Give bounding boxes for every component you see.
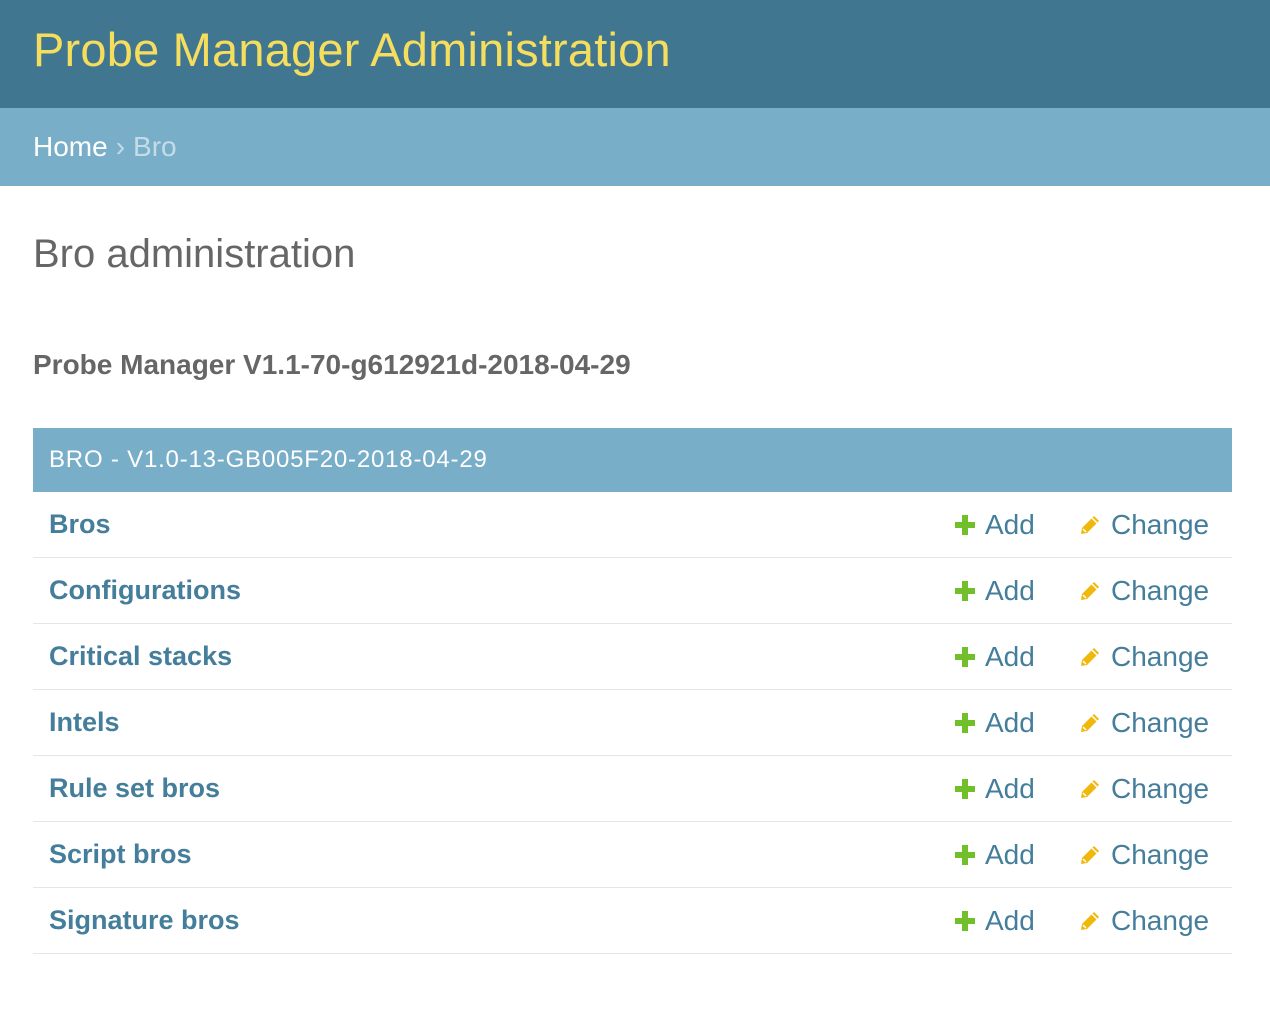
plus-icon bbox=[955, 712, 975, 733]
pencil-icon bbox=[1081, 515, 1099, 534]
change-label: Change bbox=[1111, 574, 1210, 606]
pencil-icon bbox=[1081, 581, 1099, 600]
plus-icon bbox=[955, 514, 975, 535]
model-row-intels: Intels Add Change bbox=[33, 690, 1232, 756]
add-configurations-button[interactable]: Add bbox=[955, 575, 1035, 607]
add-label: Add bbox=[985, 706, 1035, 738]
change-label: Change bbox=[1111, 508, 1210, 540]
plus-icon bbox=[955, 778, 975, 799]
change-configurations-button[interactable]: Change bbox=[1079, 575, 1209, 607]
add-rule-set-bros-button[interactable]: Add bbox=[955, 773, 1035, 805]
model-link-intels[interactable]: Intels bbox=[33, 707, 1232, 738]
page-title: Bro administration bbox=[33, 232, 356, 276]
model-link-bros[interactable]: Bros bbox=[33, 509, 1232, 540]
site-name-link[interactable]: Probe Manager Administration bbox=[33, 22, 671, 77]
breadcrumb-current: Bro bbox=[133, 131, 177, 162]
model-link-script-bros[interactable]: Script bros bbox=[33, 839, 1232, 870]
breadcrumb-separator: › bbox=[115, 131, 126, 162]
model-link-signature-bros[interactable]: Signature bros bbox=[33, 905, 1232, 936]
breadcrumb-home-link[interactable]: Home bbox=[33, 131, 108, 163]
model-row-configurations: Configurations Add Change bbox=[33, 558, 1232, 624]
add-label: Add bbox=[985, 508, 1035, 540]
model-row-critical-stacks: Critical stacks Add Change bbox=[33, 624, 1232, 690]
change-bros-button[interactable]: Change bbox=[1079, 509, 1209, 541]
change-rule-set-bros-button[interactable]: Change bbox=[1079, 773, 1209, 805]
plus-icon bbox=[955, 910, 975, 931]
model-row-bros: Bros Add Change bbox=[33, 492, 1232, 558]
change-intels-button[interactable]: Change bbox=[1079, 707, 1209, 739]
breadcrumb: Home › Bro bbox=[0, 108, 1270, 186]
pencil-icon bbox=[1081, 713, 1099, 732]
change-label: Change bbox=[1111, 904, 1210, 936]
change-signature-bros-button[interactable]: Change bbox=[1079, 905, 1209, 937]
site-header: Probe Manager Administration bbox=[0, 0, 1270, 108]
add-critical-stacks-button[interactable]: Add bbox=[955, 641, 1035, 673]
model-row-rule-set-bros: Rule set bros Add Change bbox=[33, 756, 1232, 822]
change-script-bros-button[interactable]: Change bbox=[1079, 839, 1209, 871]
app-module-bro: BRO - V1.0-13-GB005F20-2018-04-29 Bros A… bbox=[33, 428, 1232, 954]
pencil-icon bbox=[1081, 845, 1099, 864]
main-content: Bro administration Probe Manager V1.1-70… bbox=[0, 230, 1270, 954]
change-label: Change bbox=[1111, 706, 1210, 738]
add-label: Add bbox=[985, 904, 1035, 936]
add-bros-button[interactable]: Add bbox=[955, 509, 1035, 541]
change-label: Change bbox=[1111, 772, 1210, 804]
add-label: Add bbox=[985, 838, 1035, 870]
model-link-critical-stacks[interactable]: Critical stacks bbox=[33, 641, 1232, 672]
add-signature-bros-button[interactable]: Add bbox=[955, 905, 1035, 937]
add-label: Add bbox=[985, 772, 1035, 804]
pencil-icon bbox=[1081, 911, 1099, 930]
change-critical-stacks-button[interactable]: Change bbox=[1079, 641, 1209, 673]
add-label: Add bbox=[985, 574, 1035, 606]
model-list: Bros Add Change Configurations Add Chang… bbox=[33, 492, 1232, 954]
pencil-icon bbox=[1081, 647, 1099, 666]
add-intels-button[interactable]: Add bbox=[955, 707, 1035, 739]
add-script-bros-button[interactable]: Add bbox=[955, 839, 1035, 871]
add-label: Add bbox=[985, 640, 1035, 672]
model-row-signature-bros: Signature bros Add Change bbox=[33, 888, 1232, 954]
change-label: Change bbox=[1111, 838, 1210, 870]
model-link-configurations[interactable]: Configurations bbox=[33, 575, 1232, 606]
model-link-rule-set-bros[interactable]: Rule set bros bbox=[33, 773, 1232, 804]
plus-icon bbox=[955, 844, 975, 865]
plus-icon bbox=[955, 646, 975, 667]
pencil-icon bbox=[1081, 779, 1099, 798]
model-row-script-bros: Script bros Add Change bbox=[33, 822, 1232, 888]
change-label: Change bbox=[1111, 640, 1210, 672]
plus-icon bbox=[955, 580, 975, 601]
version-heading: Probe Manager V1.1-70-g612921d-2018-04-2… bbox=[33, 349, 631, 380]
module-caption: BRO - V1.0-13-GB005F20-2018-04-29 bbox=[33, 428, 1232, 492]
